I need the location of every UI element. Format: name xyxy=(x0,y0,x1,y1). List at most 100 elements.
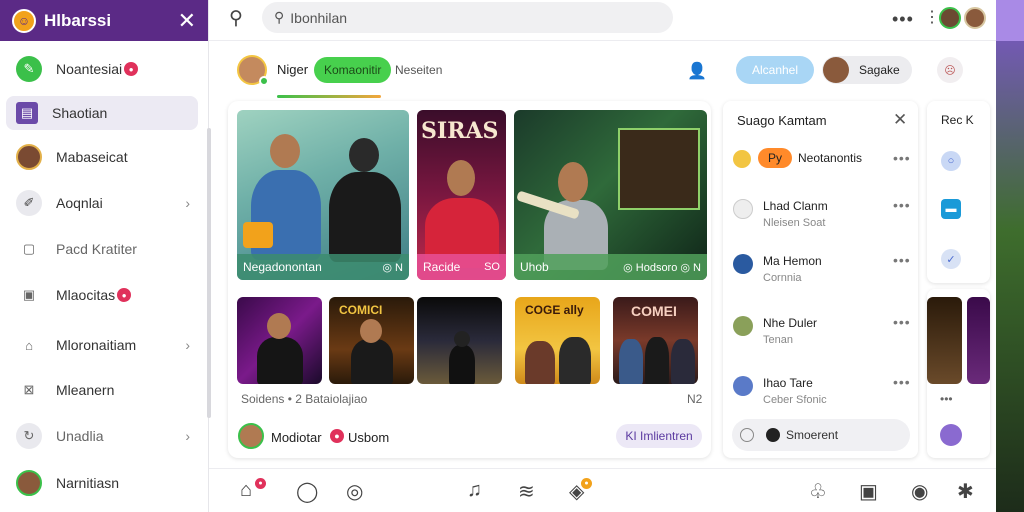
sidebar-item-8[interactable]: ↻ Unadlia › xyxy=(6,419,198,453)
sidebar-item-0[interactable]: ✎ Noantesiai ● xyxy=(6,52,198,86)
media-card-caption: Racide xyxy=(423,260,461,274)
emoji-icon xyxy=(733,150,751,168)
circle-icon[interactable]: ○ xyxy=(941,151,961,171)
suggestions-title: Suago Kamtam xyxy=(737,113,827,128)
more-icon[interactable]: ••• xyxy=(893,374,911,390)
suggestion-subtitle: Cornnia xyxy=(763,272,802,284)
club-icon[interactable]: ♧ xyxy=(809,479,827,504)
more-icon[interactable]: ••• xyxy=(893,197,911,213)
sidebar-item-7[interactable]: ⊠ Mleanern xyxy=(6,373,198,407)
avatar[interactable] xyxy=(939,7,961,29)
person-icon[interactable]: 👤 xyxy=(687,61,707,81)
search-placeholder: Ibonhilan xyxy=(290,9,348,26)
vertical-more-icon[interactable]: ⋮ xyxy=(924,7,940,27)
suggestion-input-text: Smoerent xyxy=(786,428,839,442)
sidebar-item-5[interactable]: ▣ Mlaocitas ● xyxy=(6,278,198,312)
avatar xyxy=(733,199,753,219)
background-strip xyxy=(996,0,1024,512)
suggestions-panel: Suago Kamtam ✕ Py Neotanontis ••• Lhad Cl… xyxy=(723,101,918,458)
box-x-icon: ⊠ xyxy=(23,382,35,397)
folder-icon[interactable]: ▬ xyxy=(941,199,961,219)
media-count: N2 xyxy=(687,392,703,406)
sidebar-item-label: Mabaseicat xyxy=(56,149,128,165)
media-footer-name[interactable]: Modiotar xyxy=(271,430,322,445)
profile-icon[interactable]: ◉ xyxy=(911,479,928,504)
more-icon[interactable]: ••• xyxy=(893,252,911,268)
suggestion-name: Ma Hemon xyxy=(763,254,822,268)
sidebar-scrollbar[interactable] xyxy=(207,128,211,418)
compass-icon[interactable]: ◎ xyxy=(346,479,363,504)
media-thumbnail[interactable] xyxy=(927,297,962,384)
search-icon: ⚲ xyxy=(274,9,285,25)
close-icon[interactable]: ✕ xyxy=(893,110,907,130)
sidebar-item-9[interactable]: Narnitiasn xyxy=(6,466,198,500)
ellipsis-icon: ••• xyxy=(940,392,953,406)
accent-button[interactable]: Alcanhel xyxy=(736,56,814,84)
calendar-icon[interactable]: ▣ xyxy=(859,479,878,504)
suggestion-row[interactable]: Nhe Duler Tenan ••• xyxy=(733,314,911,354)
sidebar-item-label: Unadlia xyxy=(56,428,104,444)
bell-icon[interactable]: ♫ xyxy=(467,479,482,502)
media-card-meta: ◎ Hodsoro ◎ N xyxy=(623,261,701,274)
sidebar-item-4[interactable]: ▢ Pacd Kratiter xyxy=(6,232,198,266)
video-frame xyxy=(618,128,700,210)
sidebar-item-label: Mleanern xyxy=(56,382,115,398)
thumbnail-sign: COMICI xyxy=(339,303,383,317)
profile-link[interactable]: Neseiten xyxy=(395,63,442,77)
sidebar-header: ☺ Hlbarssi ✕ xyxy=(0,0,208,41)
suggestion-row[interactable]: Ma Hemon Cornnia ••• xyxy=(733,252,911,292)
sidebar-item-3[interactable]: ✐ Aoqnlai › xyxy=(6,186,198,220)
media-footer-button[interactable]: KI Imlientren xyxy=(616,424,702,448)
media-thumbnail[interactable]: COMEI xyxy=(613,297,698,384)
suggestion-name: Py Neotanontis xyxy=(758,148,862,168)
sidebar-item-2[interactable]: Mabaseicat xyxy=(6,140,198,174)
media-footer-link[interactable]: Usbom xyxy=(348,430,389,445)
suggestion-row[interactable]: Ihao Tare Ceber Sfonic ••• xyxy=(733,374,911,414)
media-card[interactable]: Uhob ◎ Hodsoro ◎ N xyxy=(514,110,707,280)
more-icon[interactable]: ••• xyxy=(893,150,911,166)
home-icon: ⌂ xyxy=(25,337,33,353)
media-thumbnail[interactable] xyxy=(237,297,322,384)
more-icon[interactable]: ••• xyxy=(893,314,911,330)
sidebar-item-6[interactable]: ⌂ Mloronaitiam › xyxy=(6,328,198,362)
avatar xyxy=(823,57,849,83)
chevron-right-icon: › xyxy=(185,428,190,444)
suggestion-subtitle: Nleisen Soat xyxy=(763,217,826,229)
avatar[interactable] xyxy=(964,7,986,29)
leaf-icon: ✎ xyxy=(16,56,42,82)
face-icon[interactable]: ☹ xyxy=(937,57,963,83)
avatar[interactable] xyxy=(238,423,264,449)
chevron-right-icon: › xyxy=(185,195,190,211)
search-input[interactable]: ⚲ Ibonhilan xyxy=(262,2,673,33)
suggestion-row[interactable]: Lhad Clanm Nleisen Soat ••• xyxy=(733,197,911,237)
avatar[interactable] xyxy=(940,424,962,446)
media-card[interactable]: SIRAS Racide SO xyxy=(417,110,506,280)
image-icon: ▣ xyxy=(22,287,36,302)
search-icon[interactable]: ⚲ xyxy=(229,7,243,30)
media-card-meta: SO xyxy=(484,261,500,273)
user-chip[interactable]: Sagake xyxy=(822,56,912,84)
home-icon[interactable]: ⌂ xyxy=(240,479,252,502)
card-sign: SIRAS xyxy=(421,118,499,144)
sidebar-item-1[interactable]: ▤ Shaotian xyxy=(6,96,198,130)
chat-icon[interactable]: ◯ xyxy=(296,479,318,504)
media-card[interactable]: Negadonontan ◎ N xyxy=(237,110,409,280)
media-thumbnail[interactable] xyxy=(417,297,502,384)
gear-icon[interactable]: ✱ xyxy=(957,479,974,504)
suggestion-label: Neotanontis xyxy=(798,151,863,165)
suggestion-row[interactable]: Py Neotanontis ••• xyxy=(733,147,911,187)
sidebar-item-label: Narnitiasn xyxy=(56,475,120,491)
check-icon[interactable]: ✓ xyxy=(941,249,961,269)
media-thumbnail[interactable]: COGE ally xyxy=(515,297,600,384)
stack-icon[interactable]: ≋ xyxy=(518,479,535,504)
sidebar-item-label: Pacd Kratiter xyxy=(56,241,137,257)
status-dot-icon xyxy=(766,428,780,442)
more-icon[interactable]: ••• xyxy=(892,9,914,30)
media-card-caption: Uhob xyxy=(520,260,549,274)
media-thumbnail[interactable] xyxy=(967,297,990,384)
close-icon[interactable]: ✕ xyxy=(178,9,196,32)
thumbnail-sign: COGE ally xyxy=(525,303,584,317)
suggestion-input[interactable]: Smoerent xyxy=(732,419,910,451)
media-thumbnail[interactable]: COMICI xyxy=(329,297,414,384)
status-pill[interactable]: Komaonitir xyxy=(314,57,392,83)
